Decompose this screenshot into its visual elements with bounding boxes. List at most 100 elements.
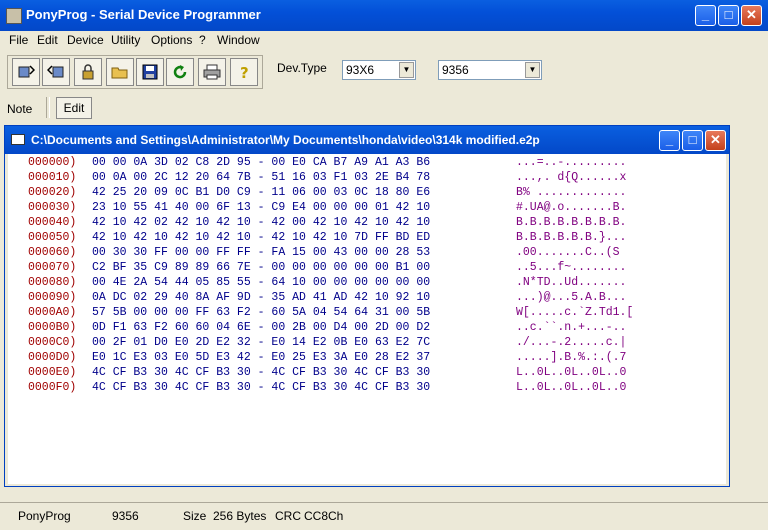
hex-bytes[interactable]: 00 30 30 FF 00 00 FF FF - FA 15 00 43 00…	[92, 246, 430, 259]
hex-ascii: .00.......C..(S	[516, 246, 620, 259]
hex-ascii: W[.....c.`Z.Td1.[	[516, 306, 634, 319]
hex-address: 000070)	[28, 261, 77, 274]
hex-ascii: ..5...f~........	[516, 261, 627, 274]
doc-close-button[interactable]: ✕	[705, 130, 726, 151]
hex-ascii: ...,. d{Q......x	[516, 171, 627, 184]
reload-icon	[173, 65, 187, 79]
hex-bytes[interactable]: 4C CF B3 30 4C CF B3 30 - 4C CF B3 30 4C…	[92, 381, 430, 394]
doc-maximize-button[interactable]: □	[682, 130, 703, 151]
reload-button[interactable]	[166, 58, 194, 86]
menu-help[interactable]: ?	[199, 33, 206, 47]
menu-window[interactable]: Window	[217, 33, 260, 47]
hex-ascii: .N*TD..Ud.......	[516, 276, 627, 289]
status-device: 9356	[112, 509, 139, 523]
hex-ascii: B.B.B.B.B.B.}...	[516, 231, 627, 244]
document-window: C:\Documents and Settings\Administrator\…	[4, 125, 730, 487]
hex-ascii: B% .............	[516, 186, 627, 199]
mdi-background	[0, 487, 768, 497]
lock-icon	[82, 64, 94, 80]
hex-address: 000010)	[28, 171, 77, 184]
hex-bytes[interactable]: 00 4E 2A 54 44 05 85 55 - 64 10 00 00 00…	[92, 276, 430, 289]
hex-address: 0000C0)	[28, 336, 77, 349]
hex-ascii: ...=..-.........	[516, 156, 627, 169]
open-file-button[interactable]	[106, 58, 134, 86]
status-crc-value: CC8Ch	[304, 509, 344, 523]
hex-ascii: ..c.``.n.+...-..	[516, 321, 627, 334]
app-icon	[6, 8, 22, 24]
window-title: PonyProg - Serial Device Programmer	[26, 7, 261, 22]
hex-address: 000030)	[28, 201, 77, 214]
device-type-select[interactable]: 9356 ▼	[438, 60, 542, 80]
hex-bytes[interactable]: 00 2F 01 D0 E0 2D E2 32 - E0 14 E2 0B E0…	[92, 336, 430, 349]
close-button[interactable]: ✕	[741, 5, 762, 26]
hex-address: 0000A0)	[28, 306, 77, 319]
menu-bar: File Edit Device Utility Options ? Windo…	[0, 31, 768, 50]
hex-bytes[interactable]: 42 10 42 10 42 10 42 10 - 42 10 42 10 7D…	[92, 231, 430, 244]
maximize-button[interactable]: □	[718, 5, 739, 26]
security-button[interactable]	[74, 58, 102, 86]
hex-bytes[interactable]: 57 5B 00 00 00 FF 63 F2 - 60 5A 04 54 64…	[92, 306, 430, 319]
status-app: PonyProg	[18, 509, 71, 523]
edit-note-button[interactable]: Edit	[56, 97, 92, 119]
help-button[interactable]: ?	[230, 58, 258, 86]
hex-address: 0000B0)	[28, 321, 77, 334]
print-button[interactable]	[198, 58, 226, 86]
write-device-icon	[47, 65, 64, 78]
doc-minimize-button[interactable]: _	[659, 130, 680, 151]
menu-file[interactable]: File	[9, 33, 28, 47]
status-bar: PonyProg 9356 Size 256 Bytes CRC CC8Ch	[0, 502, 768, 529]
status-size-label: Size	[183, 509, 207, 523]
hex-ascii: ...)@...5.A.B...	[516, 291, 627, 304]
hex-ascii: ./...-.2.....c.|	[516, 336, 627, 349]
hex-bytes[interactable]: 42 10 42 02 42 10 42 10 - 42 00 42 10 42…	[92, 216, 430, 229]
device-family-select[interactable]: 93X6 ▼	[342, 60, 416, 80]
note-label: Note	[7, 102, 33, 116]
chevron-down-icon[interactable]: ▼	[525, 62, 540, 78]
status-crc-label: CRC	[275, 509, 301, 523]
hex-bytes[interactable]: 00 00 0A 3D 02 C8 2D 95 - 00 E0 CA B7 A9…	[92, 156, 430, 169]
hex-ascii: L..0L..0L..0L..0	[516, 381, 627, 394]
hex-address: 000050)	[28, 231, 77, 244]
document-title: C:\Documents and Settings\Administrator\…	[31, 133, 540, 147]
separator	[46, 97, 50, 118]
hex-bytes[interactable]: 0D F1 63 F2 60 60 04 6E - 00 2B 00 D4 00…	[92, 321, 430, 334]
hex-ascii: B.B.B.B.B.B.B.B.	[516, 216, 627, 229]
menu-utility[interactable]: Utility	[111, 33, 140, 47]
hex-bytes[interactable]: 0A DC 02 29 40 8A AF 9D - 35 AD 41 AD 42…	[92, 291, 430, 304]
toolbar: ? Dev.Type 93X6 ▼ 9356 ▼	[0, 52, 768, 92]
hex-bytes[interactable]: 42 25 20 09 0C B1 D0 C9 - 11 06 00 03 0C…	[92, 186, 430, 199]
document-title-bar: C:\Documents and Settings\Administrator\…	[5, 126, 729, 154]
minimize-button[interactable]: _	[695, 5, 716, 26]
hex-address: 000020)	[28, 186, 77, 199]
hex-address: 000040)	[28, 216, 77, 229]
svg-text:?: ?	[240, 64, 249, 81]
hex-ascii: L..0L..0L..0L..0	[516, 366, 627, 379]
save-file-button[interactable]	[136, 58, 164, 86]
hex-address: 000060)	[28, 246, 77, 259]
hex-address: 000090)	[28, 291, 77, 304]
hex-address: 000080)	[28, 276, 77, 289]
title-bar: PonyProg - Serial Device Programmer _ □ …	[0, 0, 768, 31]
hex-editor[interactable]: 000000) 00 00 0A 3D 02 C8 2D 95 - 00 E0 C…	[8, 154, 726, 484]
hex-bytes[interactable]: 00 0A 00 2C 12 20 64 7B - 51 16 03 F1 03…	[92, 171, 430, 184]
menu-options[interactable]: Options	[151, 33, 192, 47]
printer-icon	[203, 64, 221, 80]
hex-bytes[interactable]: 23 10 55 41 40 00 6F 13 - C9 E4 00 00 00…	[92, 201, 430, 214]
read-device-button[interactable]	[12, 58, 40, 86]
save-icon	[142, 64, 158, 80]
hex-address: 000000)	[28, 156, 77, 169]
hex-address: 0000E0)	[28, 366, 77, 379]
chevron-down-icon[interactable]: ▼	[399, 62, 414, 78]
read-device-icon	[18, 65, 35, 78]
menu-device[interactable]: Device	[67, 33, 104, 47]
hex-bytes[interactable]: 4C CF B3 30 4C CF B3 30 - 4C CF B3 30 4C…	[92, 366, 430, 379]
device-type-value: 9356	[442, 63, 469, 77]
hex-bytes[interactable]: C2 BF 35 C9 89 89 66 7E - 00 00 00 00 00…	[92, 261, 430, 274]
help-icon: ?	[240, 64, 249, 81]
folder-open-icon	[111, 67, 128, 79]
hex-bytes[interactable]: E0 1C E3 03 E0 5D E3 42 - E0 25 E3 3A E0…	[92, 351, 430, 364]
hex-ascii: #.UA@.o.......B.	[516, 201, 627, 214]
menu-edit[interactable]: Edit	[37, 33, 58, 47]
document-icon	[11, 134, 25, 145]
write-device-button[interactable]	[42, 58, 70, 86]
